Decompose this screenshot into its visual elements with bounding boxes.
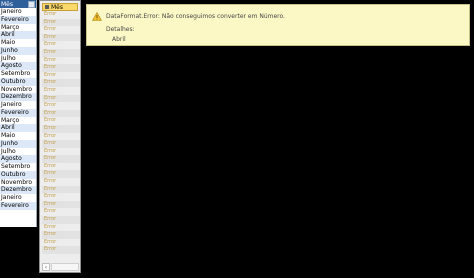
table-row[interactable]: Janeiro [0,194,36,202]
month-table: Mês Janeiro Fevereiro Março Abril Maio Junho J… [0,0,37,227]
error-cell[interactable]: Error [42,124,80,133]
table-row[interactable]: Novembro [0,179,36,187]
query-column-header[interactable]: Mês [42,3,78,11]
table-row[interactable]: Janeiro [0,101,36,109]
scroll-left-button[interactable]: ‹ [42,263,50,271]
error-cell[interactable]: Error [42,163,80,171]
error-cell[interactable]: Error [42,102,80,110]
table-row[interactable]: Fevereiro [0,201,36,210]
error-cell[interactable]: Error [42,208,80,216]
error-cell[interactable]: Error [42,41,80,49]
details-value: Abril [112,36,126,43]
error-cells: Error Error Error Error Error Error Error Error… [40,11,80,254]
error-cell[interactable]: Error [42,109,80,118]
error-cell[interactable]: Error [42,117,80,125]
error-cell[interactable]: Error [42,72,80,80]
table-row[interactable]: Junho [0,46,36,55]
filter-dropdown-icon[interactable] [28,0,35,8]
error-cell[interactable]: Error [42,18,80,27]
table-row[interactable]: Maio [0,132,36,140]
table-row[interactable]: Fevereiro [0,15,36,24]
table-row[interactable]: Março [0,24,36,32]
error-cell[interactable]: Error [42,155,80,163]
error-cell[interactable]: Error [42,231,80,239]
month-rows: Janeiro Fevereiro Março Abril Maio Junho Julho… [0,8,36,210]
error-cell[interactable]: Error [42,11,80,19]
warning-icon [92,12,102,21]
table-row[interactable]: Junho [0,139,36,148]
table-row[interactable]: Setembro [0,163,36,171]
month-column-header[interactable]: Mês [0,0,36,8]
table-row[interactable]: Agosto [0,62,36,70]
error-banner: DataFormat.Error: Não conseguimos conver… [86,4,470,46]
error-cell[interactable]: Error [42,178,80,186]
query-preview-column: Mês Error Error Error Error Error Error Error E… [39,0,81,273]
error-cell[interactable]: Error [42,87,80,95]
error-cell[interactable]: Error [42,79,80,87]
table-row[interactable]: Fevereiro [0,108,36,117]
error-cell[interactable]: Error [42,193,80,201]
horizontal-scrollbar[interactable] [51,263,79,271]
table-row[interactable]: Dezembro [0,93,36,101]
table-row[interactable]: Outubro [0,77,36,86]
column-type-icon[interactable] [45,5,49,9]
error-cell[interactable]: Error [42,216,80,224]
table-row[interactable]: Abril [0,124,36,132]
error-cell[interactable]: Error [42,185,80,194]
error-cell[interactable]: Error [42,48,80,57]
table-row[interactable]: Novembro [0,86,36,94]
error-cell[interactable]: Error [42,239,80,247]
error-cell[interactable]: Error [42,26,80,34]
details-label: Detalhes: [106,26,135,33]
table-row[interactable]: Setembro [0,70,36,78]
error-cell[interactable]: Error [42,33,80,42]
error-cell[interactable]: Error [42,246,80,254]
error-cell[interactable]: Error [42,57,80,65]
error-cell[interactable]: Error [42,200,80,209]
table-row[interactable]: Março [0,117,36,125]
error-cell[interactable]: Error [42,148,80,156]
table-row[interactable]: Abril [0,31,36,39]
error-cell[interactable]: Error [42,140,80,148]
error-cell[interactable]: Error [42,94,80,103]
table-row[interactable]: Julho [0,55,36,63]
error-message: DataFormat.Error: Não conseguimos conver… [106,13,285,20]
error-cell[interactable]: Error [42,64,80,72]
table-row[interactable]: Janeiro [0,8,36,16]
error-cell[interactable]: Error [42,224,80,232]
month-column-label: Mês [1,0,13,8]
table-row[interactable]: Dezembro [0,186,36,194]
error-cell[interactable]: Error [42,170,80,179]
table-row[interactable]: Agosto [0,155,36,163]
table-row[interactable]: Maio [0,39,36,47]
table-row[interactable]: Outubro [0,170,36,179]
query-column-label: Mês [51,3,63,11]
table-row[interactable]: Julho [0,148,36,156]
error-cell[interactable]: Error [42,133,80,141]
